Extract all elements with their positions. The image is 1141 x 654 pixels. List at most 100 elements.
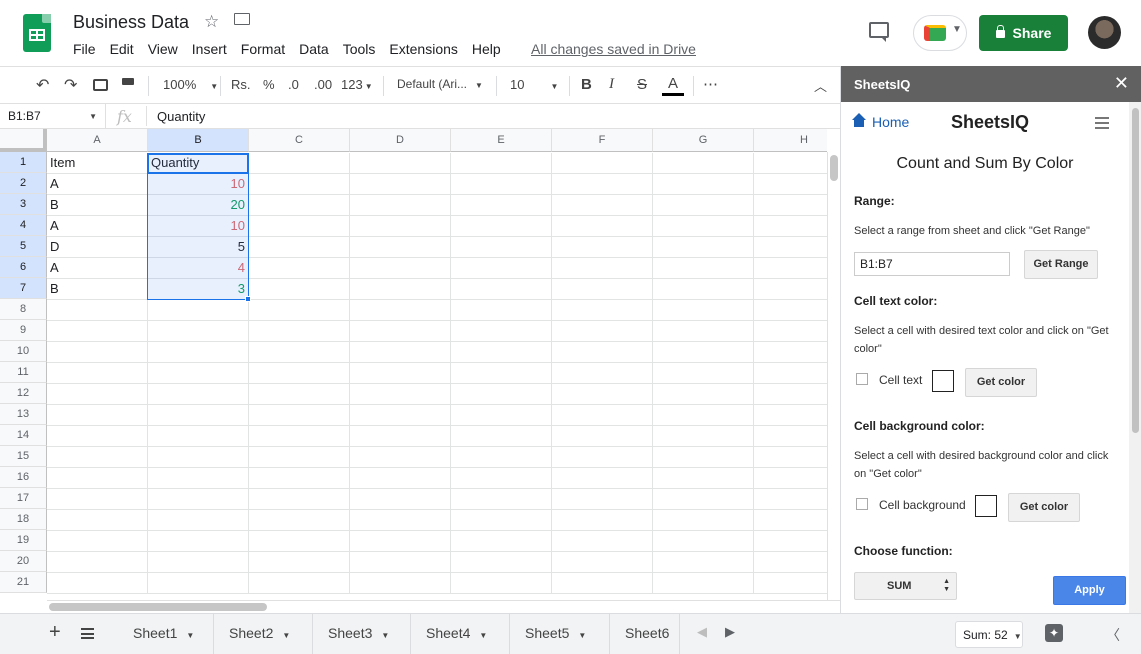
- cell-g8[interactable]: [653, 300, 754, 321]
- cell-b16[interactable]: [148, 468, 249, 489]
- cell-f17[interactable]: [552, 489, 653, 510]
- cell-b17[interactable]: [148, 489, 249, 510]
- cell-c2[interactable]: [249, 174, 350, 195]
- cell-g14[interactable]: [653, 426, 754, 447]
- cell-g20[interactable]: [653, 552, 754, 573]
- menu-format[interactable]: Format: [241, 41, 285, 57]
- name-box[interactable]: B1:B7 ▼: [0, 104, 106, 128]
- cell-e4[interactable]: [451, 216, 552, 237]
- cell-e20[interactable]: [451, 552, 552, 573]
- column-header-a[interactable]: A: [47, 129, 148, 152]
- cell-c7[interactable]: [249, 279, 350, 300]
- menu-insert[interactable]: Insert: [192, 41, 227, 57]
- cell-a18[interactable]: [47, 510, 148, 531]
- cell-g3[interactable]: [653, 195, 754, 216]
- cell-h15[interactable]: [754, 447, 827, 468]
- meet-button[interactable]: ▼: [913, 15, 967, 51]
- menu-data[interactable]: Data: [299, 41, 329, 57]
- tab-scroll-left-icon[interactable]: ◀: [697, 624, 707, 640]
- cell-b3[interactable]: 20: [148, 195, 249, 216]
- horizontal-scrollbar[interactable]: [47, 600, 840, 613]
- cell-a10[interactable]: [47, 342, 148, 363]
- share-button[interactable]: Share: [979, 15, 1068, 51]
- cell-e9[interactable]: [451, 321, 552, 342]
- cell-b12[interactable]: [148, 384, 249, 405]
- menu-edit[interactable]: Edit: [110, 41, 134, 57]
- row-header-17[interactable]: 17: [0, 488, 47, 509]
- cell-c1[interactable]: [249, 153, 350, 174]
- cell-background-checkbox[interactable]: [856, 498, 868, 510]
- strikethrough-button[interactable]: S: [637, 76, 647, 93]
- cell-b9[interactable]: [148, 321, 249, 342]
- cell-c19[interactable]: [249, 531, 350, 552]
- row-header-1[interactable]: 1: [0, 152, 47, 173]
- menu-tools[interactable]: Tools: [343, 41, 376, 57]
- cell-b14[interactable]: [148, 426, 249, 447]
- row-header-7[interactable]: 7: [0, 278, 47, 299]
- cell-c12[interactable]: [249, 384, 350, 405]
- cell-f8[interactable]: [552, 300, 653, 321]
- get-range-button[interactable]: Get Range: [1024, 250, 1098, 279]
- cell-a14[interactable]: [47, 426, 148, 447]
- cell-e17[interactable]: [451, 489, 552, 510]
- cell-b6[interactable]: 4: [148, 258, 249, 279]
- cell-a16[interactable]: [47, 468, 148, 489]
- explore-icon[interactable]: ✦: [1045, 624, 1063, 642]
- cell-e1[interactable]: [451, 153, 552, 174]
- spreadsheet-grid[interactable]: ABCDEFGH 1 2 3 4 5 6 7 8 9 10 11 12 13 14 15 16 17 18 19 20…: [0, 129, 827, 599]
- cell-b7[interactable]: 3: [148, 279, 249, 300]
- cell-f12[interactable]: [552, 384, 653, 405]
- row-header-2[interactable]: 2: [0, 173, 47, 194]
- cell-f9[interactable]: [552, 321, 653, 342]
- cell-a9[interactable]: [47, 321, 148, 342]
- cell-f15[interactable]: [552, 447, 653, 468]
- cell-h5[interactable]: [754, 237, 827, 258]
- menu-extensions[interactable]: Extensions: [389, 41, 457, 57]
- cell-a21[interactable]: [47, 573, 148, 594]
- italic-button[interactable]: I: [609, 76, 614, 93]
- cell-c10[interactable]: [249, 342, 350, 363]
- cell-c11[interactable]: [249, 363, 350, 384]
- cell-d12[interactable]: [350, 384, 451, 405]
- cell-c8[interactable]: [249, 300, 350, 321]
- chevron-down-icon[interactable]: ▼: [381, 631, 389, 640]
- column-header-g[interactable]: G: [653, 129, 754, 152]
- cell-a7[interactable]: B: [47, 279, 148, 300]
- cell-d18[interactable]: [350, 510, 451, 531]
- cell-a8[interactable]: [47, 300, 148, 321]
- get-text-color-button[interactable]: Get color: [965, 368, 1037, 397]
- cell-d9[interactable]: [350, 321, 451, 342]
- cell-h14[interactable]: [754, 426, 827, 447]
- cell-f7[interactable]: [552, 279, 653, 300]
- select-all-corner[interactable]: [0, 129, 47, 152]
- cell-b15[interactable]: [148, 447, 249, 468]
- cell-d11[interactable]: [350, 363, 451, 384]
- fill-handle[interactable]: [245, 296, 251, 302]
- cell-b13[interactable]: [148, 405, 249, 426]
- column-header-f[interactable]: F: [552, 129, 653, 152]
- chevron-down-icon[interactable]: ▼: [282, 631, 290, 640]
- cell-e16[interactable]: [451, 468, 552, 489]
- redo-icon[interactable]: ↷: [64, 75, 77, 95]
- cell-g4[interactable]: [653, 216, 754, 237]
- cell-g11[interactable]: [653, 363, 754, 384]
- cell-c13[interactable]: [249, 405, 350, 426]
- menu-file[interactable]: File: [73, 41, 96, 57]
- cell-d1[interactable]: [350, 153, 451, 174]
- cell-e3[interactable]: [451, 195, 552, 216]
- cell-c9[interactable]: [249, 321, 350, 342]
- all-sheets-icon[interactable]: [81, 628, 94, 639]
- cell-f6[interactable]: [552, 258, 653, 279]
- cell-b1[interactable]: Quantity: [148, 153, 249, 174]
- row-header-9[interactable]: 9: [0, 320, 47, 341]
- cell-d17[interactable]: [350, 489, 451, 510]
- cell-g17[interactable]: [653, 489, 754, 510]
- row-header-12[interactable]: 12: [0, 383, 47, 404]
- cell-f13[interactable]: [552, 405, 653, 426]
- row-header-20[interactable]: 20: [0, 551, 47, 572]
- print-icon[interactable]: [93, 79, 108, 91]
- cell-b10[interactable]: [148, 342, 249, 363]
- sheet-tab-6[interactable]: Sheet6: [610, 614, 680, 654]
- cell-c14[interactable]: [249, 426, 350, 447]
- cell-e7[interactable]: [451, 279, 552, 300]
